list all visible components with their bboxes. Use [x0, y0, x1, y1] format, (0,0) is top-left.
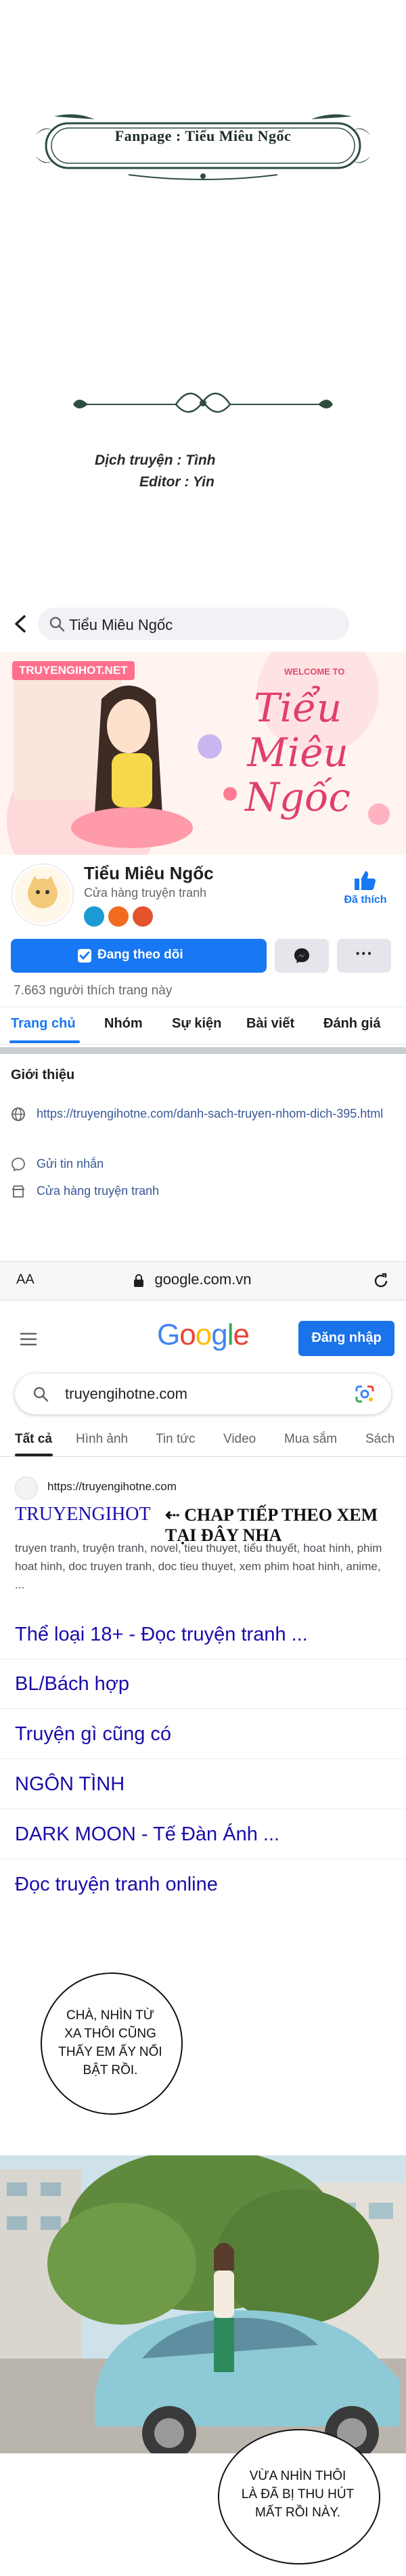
fanpage-ornamental-frame — [35, 114, 371, 180]
tab-reviews[interactable]: Đánh giá — [323, 1016, 380, 1032]
google-query-input[interactable]: truyengihotne.com — [65, 1385, 187, 1403]
back-arrow-icon[interactable] — [12, 614, 28, 634]
page-category: Cửa hàng truyện tranh — [84, 886, 207, 900]
more-options-button[interactable]: ··· — [337, 939, 391, 973]
thumbs-up-icon[interactable] — [353, 870, 376, 891]
sitelink-divider — [0, 1708, 406, 1709]
bubble-1-text: CHÀ, NHÌN TỪ XA THÔI CŨNG THẤY EM ẤY NỔI… — [58, 2008, 162, 2077]
cover-site-label: TRUYENGIHOT.NET — [12, 661, 135, 680]
result-url[interactable]: https://truyengihotne.com — [47, 1480, 177, 1494]
shop-category-link[interactable]: Cửa hàng truyện tranh — [37, 1184, 159, 1198]
google-signin-button[interactable]: Đăng nhập — [298, 1321, 394, 1356]
google-tab-video[interactable]: Video — [223, 1432, 256, 1447]
sitelink-divider — [0, 1659, 406, 1660]
google-tab-images[interactable]: Hình ảnh — [76, 1432, 128, 1447]
cover-script-title: Tiểu Miêu Ngốc — [245, 685, 351, 820]
comic-street-scene — [0, 2155, 406, 2453]
bubble-2-text: VỪA NHÌN THÔI LÀ ĐÃ BỊ THU HÚT MẤT RỒI N… — [241, 2469, 355, 2520]
site-favicon-icon — [15, 1477, 38, 1500]
intro-title: Giới thiệu — [11, 1068, 75, 1082]
google-search-icon — [33, 1387, 49, 1402]
google-tab-news[interactable]: Tin tức — [156, 1432, 195, 1447]
google-tabs-divider — [0, 1456, 406, 1457]
messenger-icon — [294, 948, 309, 963]
following-label: Đang theo dõi — [97, 948, 183, 962]
section-separator — [0, 1047, 406, 1054]
page-avatar[interactable] — [12, 864, 73, 925]
sitelink-divider — [0, 1758, 406, 1759]
google-tab-all[interactable]: Tất cả — [15, 1432, 52, 1447]
following-button[interactable]: Đang theo dõi — [11, 939, 267, 973]
tab-home[interactable]: Trang chủ — [11, 1016, 76, 1032]
tab-events[interactable]: Sự kiện — [172, 1016, 221, 1032]
translator-credit: Dịch truyện : Tình — [95, 452, 216, 468]
search-icon — [49, 616, 65, 632]
cover-photo: TRUYENGIHOT.NET WELCOME TO Tiểu Miêu Ngố… — [0, 652, 406, 855]
shop-icon — [12, 1185, 25, 1198]
active-tab-indicator — [9, 1040, 80, 1043]
result-snippet: truyen tranh, truyện tranh, novel, tieu … — [15, 1542, 382, 1591]
ornament-divider — [73, 392, 333, 413]
tab-groups[interactable]: Nhóm — [104, 1016, 143, 1032]
likes-count: 7.663 người thích trang này — [14, 984, 173, 998]
google-tab-shopping[interactable]: Mua sắm — [284, 1432, 337, 1447]
page-name: Tiểu Miêu Ngốc — [84, 863, 214, 883]
google-lens-icon[interactable] — [355, 1385, 375, 1403]
intro-website-link[interactable]: https://truyengihotne.com/danh-sach-truy… — [37, 1105, 388, 1122]
reload-icon[interactable] — [372, 1272, 390, 1290]
liked-label[interactable]: Đã thích — [333, 894, 398, 906]
messenger-button[interactable] — [275, 939, 329, 973]
messenger-small-icon — [12, 1158, 25, 1172]
globe-link-icon — [12, 1107, 25, 1121]
sitelink-6[interactable]: Đọc truyện tranh online — [15, 1874, 218, 1896]
badge-icon — [133, 906, 153, 927]
sitelink-2[interactable]: BL/Bách hợp — [15, 1673, 129, 1695]
sticker-icon — [108, 906, 129, 927]
sitelink-1[interactable]: Thể loại 18+ - Đọc truyện tranh ... — [15, 1624, 308, 1646]
sitelink-3[interactable]: Truyện gì cũng có — [15, 1723, 171, 1746]
globe-icon — [84, 906, 104, 927]
fanpage-label: Fanpage : Tiểu Miêu Ngốc — [114, 127, 292, 144]
google-tab-books[interactable]: Sách — [365, 1432, 394, 1447]
sitelink-4[interactable]: NGÔN TÌNH — [15, 1773, 125, 1796]
more-dots-icon: ··· — [355, 943, 373, 963]
signin-label: Đăng nhập — [311, 1330, 382, 1345]
url-text[interactable]: google.com.vn — [0, 1271, 406, 1288]
search-input[interactable]: Tiểu Miêu Ngốc — [69, 616, 173, 634]
editor-credit: Editor : Yin — [139, 474, 215, 490]
tab-posts[interactable]: Bài viết — [246, 1016, 294, 1032]
sitelink-5[interactable]: DARK MOON - Tế Đàn Ánh ... — [15, 1823, 279, 1846]
cover-welcome: WELCOME TO — [284, 667, 345, 677]
result-title[interactable]: TRUYENGIHOT — [15, 1504, 151, 1525]
following-check-icon — [78, 949, 91, 963]
send-message-link[interactable]: Gửi tin nhắn — [37, 1157, 104, 1171]
